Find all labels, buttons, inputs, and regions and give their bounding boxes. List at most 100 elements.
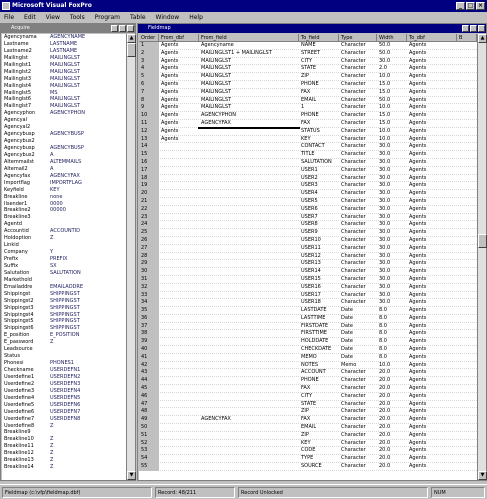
cell-to-field[interactable]: TYPE: [299, 455, 339, 463]
table-row[interactable]: 2 Agents MAILINGLST1 + MAILINGLST STREET Cha…: [139, 49, 477, 58]
cell-type[interactable]: Date: [339, 323, 377, 331]
table-row[interactable]: 51 ZIP Character 20.0 Agents: [139, 431, 477, 440]
cell-width[interactable]: 30.0: [377, 143, 407, 151]
field-row[interactable]: Phonesi PHONES1: [2, 360, 126, 367]
field-value[interactable]: SHIPPINGST: [50, 291, 122, 298]
cell-to-field[interactable]: MEMO: [299, 354, 339, 362]
cell-type[interactable]: Character: [339, 284, 377, 292]
field-row[interactable]: Agencybus2 A: [2, 152, 126, 159]
cell-order[interactable]: 32: [139, 283, 159, 292]
table-row[interactable]: 48 ZIP Character 20.0 Agents: [139, 408, 477, 417]
cell-from-field[interactable]: MAILINGLST: [199, 104, 299, 112]
cell-order[interactable]: 38: [139, 330, 159, 339]
column-header[interactable]: From_dbf: [159, 34, 199, 42]
cell-to-dbf[interactable]: Agents: [407, 447, 457, 455]
cell-from-dbf[interactable]: Agents: [159, 42, 199, 50]
cell-width[interactable]: 50.0: [377, 42, 407, 50]
cell-order[interactable]: 34: [139, 299, 159, 308]
cell-type[interactable]: Date: [339, 315, 377, 323]
menu-program[interactable]: Program: [94, 14, 121, 21]
cell-to-field[interactable]: ZIP: [299, 432, 339, 440]
cell-to-field[interactable]: FAX: [299, 89, 339, 97]
cell-to-dbf[interactable]: Agents: [407, 198, 457, 206]
field-row[interactable]: Breakline none: [2, 194, 126, 201]
right-scrollbar[interactable]: ▲ ▼: [477, 34, 487, 480]
field-row[interactable]: Userdefine4 USERDEFN5: [2, 395, 126, 402]
field-value[interactable]: KEY: [50, 187, 122, 194]
cell-order[interactable]: 23: [139, 213, 159, 222]
cell-to-field[interactable]: FAX: [299, 385, 339, 393]
cell-width[interactable]: 30.0: [377, 198, 407, 206]
cell-from-dbf[interactable]: Agents: [159, 58, 199, 66]
cell-order[interactable]: 8: [139, 96, 159, 105]
column-header[interactable]: To_dbf: [407, 34, 457, 42]
cell-from-dbf[interactable]: Agents: [159, 128, 199, 136]
field-row[interactable]: Mailinglst3 MAILINGLST: [2, 76, 126, 83]
cell-order[interactable]: 39: [139, 338, 159, 347]
cell-order[interactable]: 6: [139, 80, 159, 89]
field-row[interactable]: Shippingst5 SHIPPINGST: [2, 318, 126, 325]
cell-to-field[interactable]: USER7: [299, 214, 339, 222]
cell-width[interactable]: 30.0: [377, 253, 407, 261]
table-row[interactable]: 55 SOURCE Character 20.0 Agents: [139, 463, 477, 471]
cell-to-field[interactable]: USER17: [299, 292, 339, 300]
cell-to-field[interactable]: USER8: [299, 221, 339, 229]
table-row[interactable]: 12 Agents STATUS Character 10.0 Agents: [139, 127, 477, 136]
cell-width[interactable]: 20.0: [377, 463, 407, 471]
menu-tools[interactable]: Tools: [69, 14, 86, 21]
field-value[interactable]: PHONES1: [50, 360, 122, 367]
cell-to-field[interactable]: STATE: [299, 65, 339, 73]
cell-to-field[interactable]: FAX: [299, 120, 339, 128]
maximize-icon[interactable]: [470, 25, 477, 32]
cell-to-field[interactable]: EMAIL: [299, 97, 339, 105]
cell-from-dbf[interactable]: Agents: [159, 65, 199, 73]
cell-from-dbf[interactable]: Agents: [159, 97, 199, 105]
cell-width[interactable]: 30.0: [377, 159, 407, 167]
cell-type[interactable]: Character: [339, 424, 377, 432]
field-value[interactable]: SHIPPINGST: [50, 298, 122, 305]
cell-order[interactable]: 15: [139, 151, 159, 159]
cell-order[interactable]: 46: [139, 392, 159, 401]
cell-order[interactable]: 2: [139, 49, 159, 58]
cell-width[interactable]: 30.0: [377, 284, 407, 292]
field-row[interactable]: Shippingst6 SHIPPINGST: [2, 325, 126, 332]
field-value[interactable]: Z: [50, 443, 122, 450]
cell-to-field[interactable]: CHECKDATE: [299, 346, 339, 354]
field-value[interactable]: USERDEFN6: [50, 402, 122, 409]
cell-to-dbf[interactable]: Agents: [407, 292, 457, 300]
field-row[interactable]: Mailinglst2 MAILINGLST: [2, 69, 126, 76]
table-row[interactable]: 9 Agents MAILINGLST 1 Character 10.0 Agents: [139, 104, 477, 113]
cell-order[interactable]: 21: [139, 197, 159, 206]
cell-order[interactable]: 12: [139, 127, 159, 136]
table-row[interactable]: 5 Agents MAILINGLST ZIP Character 10.0 Agents: [139, 73, 477, 81]
cell-to-dbf[interactable]: Agents: [407, 190, 457, 198]
column-header[interactable]: Order: [139, 34, 159, 42]
cell-order[interactable]: 55: [139, 463, 159, 471]
cell-to-dbf[interactable]: Agents: [407, 330, 457, 338]
cell-to-dbf[interactable]: Agents: [407, 440, 457, 448]
cell-type[interactable]: Date: [339, 307, 377, 315]
cell-to-dbf[interactable]: Agents: [407, 299, 457, 307]
table-row[interactable]: 39 HOLDDATE Date 8.0 Agents: [139, 338, 477, 347]
field-row[interactable]: Agencybusp AGENCYBUSP: [2, 131, 126, 138]
cell-to-dbf[interactable]: Agents: [407, 463, 457, 471]
table-row[interactable]: 52 KEY Character 20.0 Agents: [139, 439, 477, 448]
field-row[interactable]: Agentd: [2, 221, 126, 228]
cell-to-dbf[interactable]: Agents: [407, 432, 457, 440]
field-row[interactable]: Shippingst3 SHIPPINGST: [2, 305, 126, 312]
cell-to-dbf[interactable]: Agents: [407, 89, 457, 97]
table-row[interactable]: 23 USER7 Character 30.0 Agents: [139, 213, 477, 222]
table-row[interactable]: 31 USER15 Character 30.0 Agents: [139, 275, 477, 284]
cell-width[interactable]: 30.0: [377, 268, 407, 276]
cell-width[interactable]: 8.0: [377, 346, 407, 354]
table-row[interactable]: 3 Agents MAILINGLST CITY Character 30.0 Agents: [139, 57, 477, 66]
cell-width[interactable]: 10.0: [377, 104, 407, 112]
cell-type[interactable]: Character: [339, 276, 377, 284]
cell-width[interactable]: 30.0: [377, 167, 407, 175]
cell-order[interactable]: 18: [139, 174, 159, 183]
field-value[interactable]: Z: [50, 339, 122, 346]
cell-width[interactable]: 30.0: [377, 276, 407, 284]
cell-width[interactable]: 20.0: [377, 369, 407, 377]
right-window-titlebar[interactable]: Fieldmap: [138, 24, 486, 33]
cell-width[interactable]: 30.0: [377, 175, 407, 183]
